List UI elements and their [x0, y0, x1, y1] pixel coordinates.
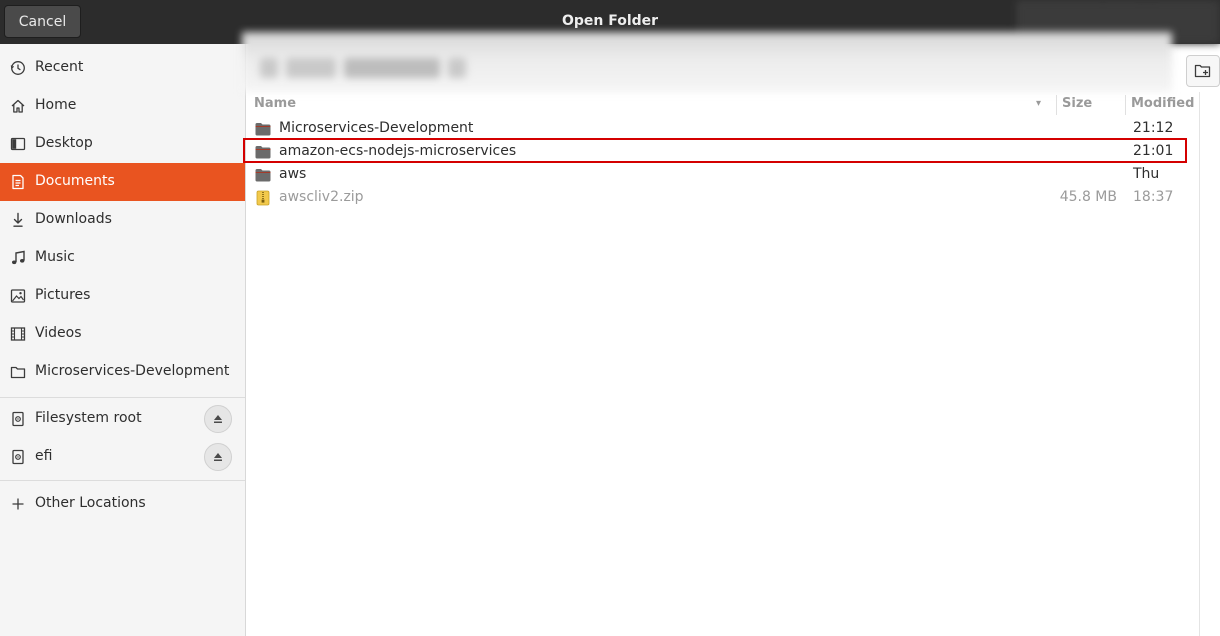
film-icon [10, 326, 26, 342]
sidebar-item-label: Downloads [35, 211, 112, 227]
file-modified: Thu [1133, 166, 1160, 182]
column-header-modified[interactable]: Modified [1131, 96, 1194, 114]
sidebar-item-label: Recent [35, 59, 84, 75]
file-row[interactable]: aws Thu [247, 164, 1197, 187]
file-size: 45.8 MB [1059, 189, 1117, 205]
sidebar-item-downloads[interactable]: Downloads [0, 201, 245, 239]
sidebar-item-pictures[interactable]: Pictures [0, 277, 245, 315]
sidebar-item-documents[interactable]: Documents [0, 163, 245, 201]
drive-icon [10, 449, 26, 465]
clock-icon [10, 60, 26, 76]
archive-icon [255, 190, 271, 206]
sidebar-item-music[interactable]: Music [0, 239, 245, 277]
sidebar-item-label: Videos [35, 325, 82, 341]
sidebar-item-label: Pictures [35, 287, 91, 303]
sidebar-item-label: Documents [35, 173, 115, 189]
sidebar-separator [0, 480, 245, 481]
sidebar-separator [0, 397, 245, 398]
annotation-highlight-box [243, 138, 1187, 163]
eject-icon [214, 415, 222, 423]
column-header-size[interactable]: Size [1062, 96, 1092, 114]
file-name: aws [279, 166, 307, 182]
blurred-path-bar [242, 32, 1172, 92]
file-modified: 18:37 [1133, 189, 1174, 205]
download-icon [10, 212, 26, 228]
sidebar-item-filesystem-root[interactable]: Filesystem root [0, 400, 245, 438]
file-row[interactable]: awscliv2.zip 45.8 MB 18:37 [247, 187, 1197, 210]
sidebar-item-home[interactable]: Home [0, 87, 245, 125]
sidebar-item-label: Music [35, 249, 75, 265]
sidebar-item-label: Other Locations [35, 495, 146, 511]
new-folder-icon [1194, 64, 1211, 78]
drive-icon [10, 411, 26, 427]
sidebar-item-other-locations[interactable]: Other Locations [0, 485, 245, 523]
folder-outline-icon [10, 364, 26, 380]
file-name: Microservices-Development [279, 120, 474, 136]
column-header-name[interactable]: Name [254, 96, 296, 114]
sidebar-item-videos[interactable]: Videos [0, 315, 245, 353]
eject-icon [214, 453, 222, 461]
sort-indicator-icon: ▾ [1036, 98, 1042, 109]
eject-button[interactable] [204, 443, 232, 471]
desktop-icon [10, 136, 26, 152]
sidebar-item-efi[interactable]: efi [0, 438, 245, 476]
eject-button[interactable] [204, 405, 232, 433]
music-note-icon [10, 250, 26, 266]
home-icon [10, 98, 26, 114]
sidebar-item-recent[interactable]: Recent [0, 49, 245, 87]
places-sidebar: Recent Home Desktop Documents Downloads … [0, 44, 246, 636]
new-folder-button[interactable] [1186, 55, 1220, 87]
sidebar-item-label: Desktop [35, 135, 93, 151]
column-separator [1056, 95, 1057, 115]
file-name: awscliv2.zip [279, 189, 364, 205]
document-icon [10, 174, 26, 190]
sidebar-item-label: Home [35, 97, 77, 113]
list-right-border [1199, 92, 1200, 636]
plus-icon [10, 496, 26, 512]
sidebar-item-label: Microservices-Development [35, 363, 230, 379]
sidebar-item-desktop[interactable]: Desktop [0, 125, 245, 163]
sidebar-item-label: efi [35, 448, 53, 464]
sidebar-item-label: Filesystem root [35, 410, 142, 426]
file-modified: 21:12 [1133, 120, 1174, 136]
picture-icon [10, 288, 26, 304]
sidebar-item-microservices-development[interactable]: Microservices-Development [0, 353, 245, 391]
folder-icon [255, 121, 271, 137]
column-separator [1125, 95, 1126, 115]
folder-icon [255, 167, 271, 183]
